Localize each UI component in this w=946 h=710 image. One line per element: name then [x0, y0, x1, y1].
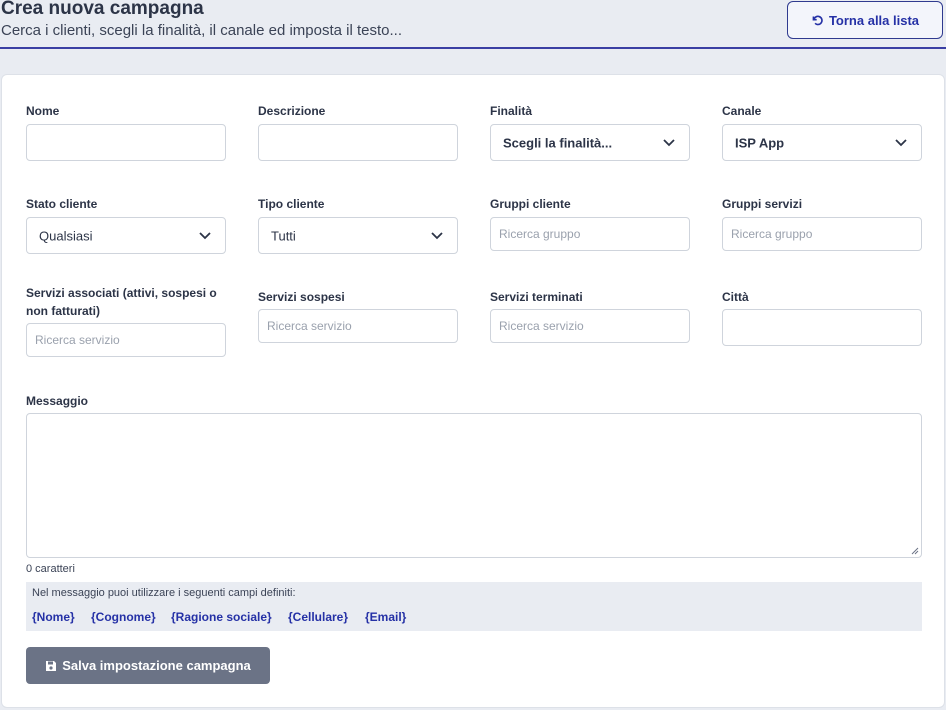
canale-label: Canale: [722, 104, 762, 118]
gruppi-servizi-placeholder: Ricerca gruppo: [731, 227, 813, 241]
fields-hint-box: Nel messaggio puoi utilizzare i seguenti…: [26, 582, 922, 631]
back-to-list-button[interactable]: Torna alla lista: [787, 1, 943, 39]
tipo-cliente-label: Tipo cliente: [258, 197, 325, 211]
tipo-cliente-value: Tutti: [271, 228, 296, 243]
citta-label: Città: [722, 290, 749, 304]
messaggio-label: Messaggio: [26, 394, 89, 408]
chevron-down-icon: [199, 231, 211, 239]
servizi-terminati-placeholder: Ricerca servizio: [499, 319, 584, 333]
resize-handle-icon[interactable]: [911, 547, 919, 555]
page-header: Crea nuova campagna Cerca i clienti, sce…: [0, 0, 946, 49]
tipo-cliente-select[interactable]: Tutti: [258, 217, 458, 254]
save-button-label: Salva impostazione campagna: [62, 658, 251, 673]
nome-label: Nome: [26, 104, 60, 118]
field-tag-nome[interactable]: {Nome}: [32, 610, 75, 624]
finalita-select[interactable]: Scegli la finalità...: [490, 124, 690, 161]
servizi-associati-placeholder: Ricerca servizio: [35, 333, 120, 347]
field-tag-cognome[interactable]: {Cognome}: [91, 610, 156, 624]
field-tag-ragione-sociale[interactable]: {Ragione sociale}: [171, 610, 272, 624]
servizi-associati-label: Servizi associati (attivi, sospesi o: [26, 286, 217, 300]
back-button-label: Torna alla lista: [828, 12, 920, 28]
descrizione-input[interactable]: [258, 124, 458, 161]
campaign-form-card: Nome Descrizione Finalità Scegli la fina…: [1, 74, 945, 708]
servizi-associati-label-2: non fatturati): [26, 304, 100, 318]
char-count: 0 caratteri: [26, 563, 75, 575]
servizi-sospesi-placeholder: Ricerca servizio: [267, 319, 352, 333]
gruppi-servizi-search[interactable]: Ricerca gruppo: [722, 217, 922, 251]
stato-cliente-value: Qualsiasi: [39, 228, 93, 243]
chevron-down-icon: [663, 138, 675, 146]
chevron-down-icon: [431, 231, 443, 239]
page-subtitle: Cerca i clienti, scegli la finalità, il …: [1, 22, 403, 39]
field-tag-cellulare[interactable]: {Cellulare}: [288, 610, 348, 624]
canale-value: ISP App: [735, 135, 785, 150]
messaggio-textarea[interactable]: [26, 413, 922, 558]
undo-icon: [812, 15, 823, 25]
descrizione-label: Descrizione: [258, 104, 326, 118]
servizi-terminati-label: Servizi terminati: [490, 290, 583, 304]
stato-cliente-label: Stato cliente: [26, 197, 98, 211]
finalita-value: Scegli la finalità...: [503, 135, 613, 150]
gruppi-cliente-search[interactable]: Ricerca gruppo: [490, 217, 690, 251]
floppy-disk-icon: [46, 660, 57, 671]
servizi-terminati-search[interactable]: Ricerca servizio: [490, 309, 690, 343]
citta-input[interactable]: [722, 309, 922, 346]
field-tag-email[interactable]: {Email}: [365, 610, 406, 624]
stato-cliente-select[interactable]: Qualsiasi: [26, 217, 226, 254]
page-title: Crea nuova campagna: [1, 0, 204, 19]
servizi-sospesi-search[interactable]: Ricerca servizio: [258, 309, 458, 343]
gruppi-servizi-label: Gruppi servizi: [722, 197, 803, 211]
canale-select[interactable]: ISP App: [722, 124, 922, 161]
save-campaign-button[interactable]: Salva impostazione campagna: [26, 647, 270, 684]
gruppi-cliente-label: Gruppi cliente: [490, 197, 571, 211]
nome-input[interactable]: [26, 124, 226, 161]
chevron-down-icon: [895, 138, 907, 146]
finalita-label: Finalità: [490, 104, 533, 118]
servizi-sospesi-label: Servizi sospesi: [258, 290, 345, 304]
fields-hint-text: Nel messaggio puoi utilizzare i seguenti…: [32, 587, 296, 599]
servizi-associati-search[interactable]: Ricerca servizio: [26, 323, 226, 357]
gruppi-cliente-placeholder: Ricerca gruppo: [499, 227, 581, 241]
